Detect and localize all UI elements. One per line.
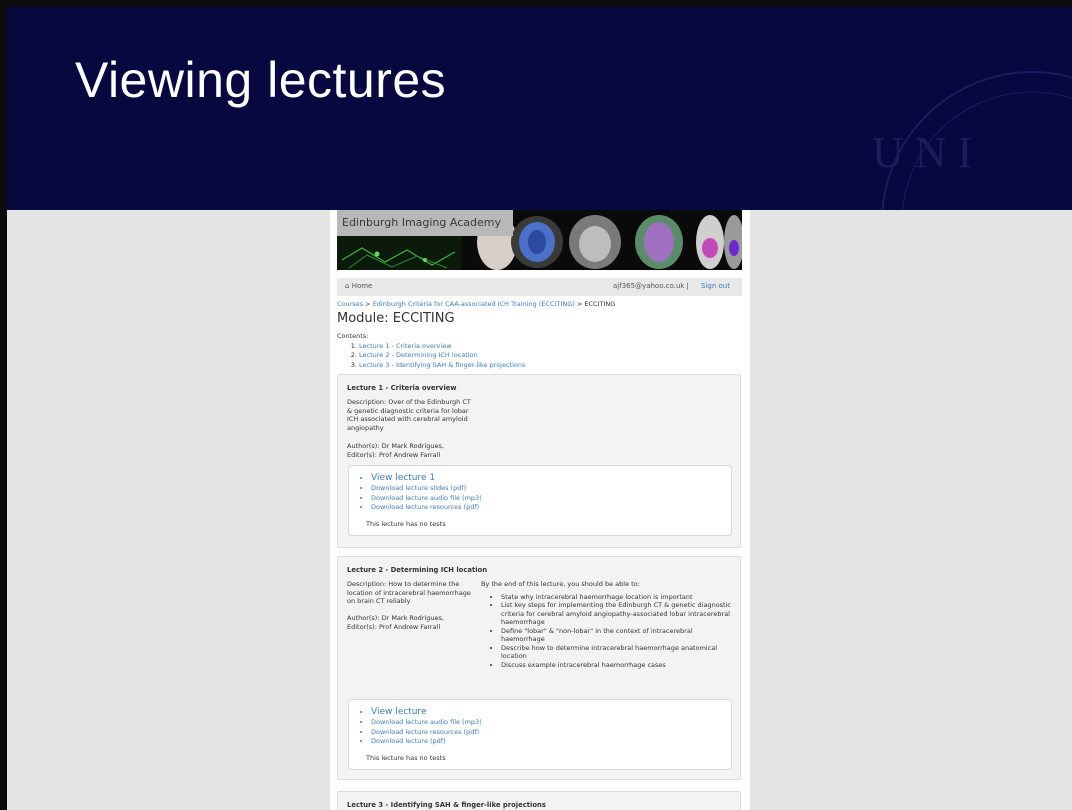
breadcrumb-current: ECCITING: [584, 300, 616, 308]
lecture-card-3: Lecture 3 - Identifying SAH & finger-lik…: [337, 791, 741, 810]
contents-link-lecture-1[interactable]: Lecture 1 - Criteria overview: [359, 342, 452, 350]
breadcrumb-separator: >: [363, 300, 373, 308]
view-lecture-link[interactable]: View lecture: [371, 706, 731, 718]
contents-link-lecture-3[interactable]: Lecture 3 - Identifying SAH & finger-lik…: [359, 361, 525, 369]
breadcrumb-course[interactable]: Edinburgh Criteria for CAA-associated IC…: [373, 300, 575, 308]
slide-title: Viewing lectures: [75, 52, 447, 108]
slide: Viewing lectures U N I Edinburgh Imaging…: [0, 0, 1072, 810]
objective-item: State why intracerebral haemorrhage loca…: [501, 593, 736, 602]
browser-screenshot: Edinburgh Imaging Academy ⌂ Home ajf365@…: [330, 210, 750, 810]
objective-item: List key steps for implementing the Edin…: [501, 601, 736, 627]
objectives-intro: By the end of this lecture, you should b…: [481, 580, 640, 588]
lecture-credits: Author(s): Dr Mark Rodrigues, Editor(s):…: [347, 614, 472, 631]
lecture-title: Lecture 1 - Criteria overview: [347, 384, 457, 392]
site-banner: Edinburgh Imaging Academy: [337, 210, 742, 270]
download-resources-link[interactable]: Download lecture resources (pdf): [371, 728, 731, 738]
site-name: Edinburgh Imaging Academy: [337, 210, 513, 236]
lecture-links-panel: View lecture Download lecture audio file…: [348, 699, 732, 770]
download-resources-link[interactable]: Download lecture resources (pdf): [371, 503, 731, 513]
objective-item: Discuss example intracerebral haemorrhag…: [501, 661, 736, 670]
user-email: ajf365@yahoo.co.uk |: [613, 282, 689, 290]
download-audio-link[interactable]: Download lecture audio file (mp3): [371, 718, 731, 728]
home-link-label: Home: [351, 282, 373, 290]
breadcrumb-courses[interactable]: Courses: [337, 300, 363, 308]
lecture-credits: Author(s): Dr Mark Rodrigues, Editor(s):…: [347, 442, 472, 459]
home-icon: ⌂: [345, 282, 350, 290]
lecture-card-2: Lecture 2 - Determining ICH location Des…: [337, 556, 741, 780]
objective-item: Define "lobar" & "non-lobar" in the cont…: [501, 627, 736, 644]
slide-header: Viewing lectures U N I: [7, 7, 1072, 210]
lecture-links-panel: View lecture 1 Download lecture slides (…: [348, 465, 732, 536]
lecture-authors: Author(s): Dr Mark Rodrigues,: [347, 442, 444, 450]
download-pdf-link[interactable]: Download lecture (pdf): [371, 737, 731, 747]
contents-label: Contents:: [337, 332, 369, 340]
learning-objectives: By the end of this lecture, you should b…: [481, 580, 736, 669]
lecture-editors: Editor(s): Prof Andrew Farrall: [347, 450, 441, 459]
contents-item: Lecture 3 - Identifying SAH & finger-lik…: [359, 361, 525, 371]
tests-status: This lecture has no tests: [366, 520, 446, 528]
sign-out-link[interactable]: Sign out: [701, 282, 730, 290]
lecture-description: Description: How to determine the locati…: [347, 580, 471, 605]
contents-item: Lecture 2 - Determining ICH location: [359, 351, 525, 361]
breadcrumb-separator: >: [574, 300, 585, 308]
objective-item: Describe how to determine intracerebral …: [501, 644, 736, 661]
lecture-editors: Editor(s): Prof Andrew Farrall: [347, 622, 441, 631]
breadcrumb: Courses > Edinburgh Criteria for CAA-ass…: [337, 300, 615, 308]
university-crest-watermark: U N I: [872, 71, 1072, 210]
home-link[interactable]: ⌂ Home: [345, 282, 372, 290]
page-title: Module: ECCITING: [337, 311, 455, 326]
contents-item: Lecture 1 - Criteria overview: [359, 342, 525, 352]
contents-list: Contents: Lecture 1 - Criteria overview …: [337, 332, 525, 370]
lecture-description: Description: Over of the Edinburgh CT & …: [347, 398, 471, 432]
tests-status: This lecture has no tests: [366, 754, 446, 762]
lecture-card-1: Lecture 1 - Criteria overview Descriptio…: [337, 374, 741, 548]
contents-link-lecture-2[interactable]: Lecture 2 - Determining ICH location: [359, 351, 478, 359]
download-audio-link[interactable]: Download lecture audio file (mp3): [371, 494, 731, 504]
view-lecture-link[interactable]: View lecture 1: [371, 472, 731, 484]
watermark-letters: U N I: [872, 128, 972, 177]
download-slides-link[interactable]: Download lecture slides (pdf): [371, 484, 731, 494]
site-navbar: ⌂ Home ajf365@yahoo.co.uk | Sign out: [337, 278, 742, 296]
lecture-title: Lecture 2 - Determining ICH location: [347, 566, 488, 574]
slide-left-border: [0, 0, 7, 810]
slide-top-border: [0, 0, 1072, 7]
lecture-authors: Author(s): Dr Mark Rodrigues,: [347, 614, 444, 622]
lecture-title: Lecture 3 - Identifying SAH & finger-lik…: [347, 801, 546, 809]
